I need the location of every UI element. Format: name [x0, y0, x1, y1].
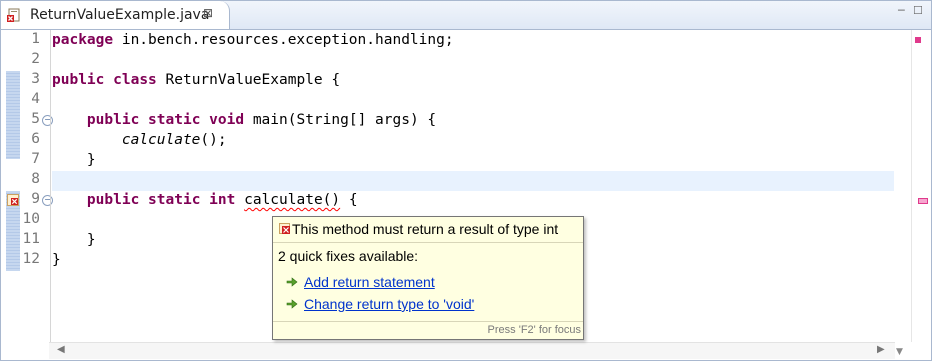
- code-line-3: public class ReturnValueExample {: [52, 72, 341, 88]
- line-number: 1: [31, 31, 40, 47]
- add-return-link[interactable]: Add return statement: [304, 274, 435, 290]
- code-line-12: }: [52, 252, 61, 268]
- code-line-9: public static int calculate() {: [86, 192, 358, 208]
- line-number: 12: [22, 251, 40, 267]
- tab-return-value-example[interactable]: ReturnValueExample.java ⊠: [1, 1, 230, 29]
- code-line-1: package in.bench.resources.exception.han…: [52, 32, 454, 48]
- quick-fix-popup: This method must return a result of type…: [272, 216, 584, 340]
- error-marker-icon[interactable]: [7, 194, 19, 206]
- scroll-right-icon[interactable]: ▶: [877, 344, 885, 355]
- change-return-type-link[interactable]: Change return type to 'void': [304, 296, 474, 312]
- overview-top-marker[interactable]: [915, 37, 921, 43]
- quick-fix-icon: [286, 277, 298, 287]
- code-line-7: }: [86, 152, 96, 168]
- scroll-left-icon[interactable]: ◀: [57, 344, 65, 355]
- code-line-6: calculate();: [121, 132, 227, 148]
- code-line-5: public static void main(String[] args) {: [86, 112, 437, 128]
- close-icon[interactable]: ⊠: [203, 6, 213, 20]
- line-number-gutter: 1 2 3 4 5 6 7 8 9 10 11 12 − −: [21, 30, 53, 342]
- tab-title: ReturnValueExample.java: [30, 7, 210, 23]
- minimize-icon[interactable]: ─: [898, 5, 908, 16]
- focus-hint: Press 'F2' for focus: [487, 324, 581, 336]
- line-number: 7: [31, 151, 40, 167]
- editor-tab-bar: ReturnValueExample.java ⊠ ─ ☐: [1, 1, 931, 30]
- scroll-down-icon[interactable]: ▼: [896, 347, 903, 357]
- current-line-highlight: [52, 171, 894, 191]
- line-number: 2: [31, 51, 40, 67]
- line-number: 10: [22, 211, 40, 227]
- java-file-error-icon: [7, 8, 20, 22]
- line-number: 8: [31, 171, 40, 187]
- quick-fix-icon: [286, 299, 298, 309]
- horizontal-scrollbar[interactable]: ◀ ▶: [49, 342, 895, 359]
- line-number: 4: [31, 91, 40, 107]
- overview-ruler[interactable]: [911, 30, 932, 342]
- popup-header: This method must return a result of type…: [273, 217, 583, 243]
- line-number: 5: [31, 111, 40, 127]
- ruler-highlight: [6, 71, 20, 159]
- line-number: 6: [31, 131, 40, 147]
- code-line-11: }: [86, 232, 96, 248]
- quick-fix-count: 2 quick fixes available:: [278, 248, 419, 264]
- gutter-separator: [50, 30, 51, 342]
- error-token: calculate(): [244, 192, 341, 208]
- error-message: This method must return a result of type…: [292, 221, 559, 237]
- error-icon: [279, 223, 290, 234]
- overview-error-marker[interactable]: [918, 198, 928, 204]
- maximize-icon[interactable]: ☐: [913, 5, 923, 16]
- popup-footer: Press 'F2' for focus: [273, 321, 583, 340]
- left-ruler: [1, 30, 21, 342]
- line-number: 3: [31, 71, 40, 87]
- line-number: 9: [31, 191, 40, 207]
- line-number: 11: [22, 231, 40, 247]
